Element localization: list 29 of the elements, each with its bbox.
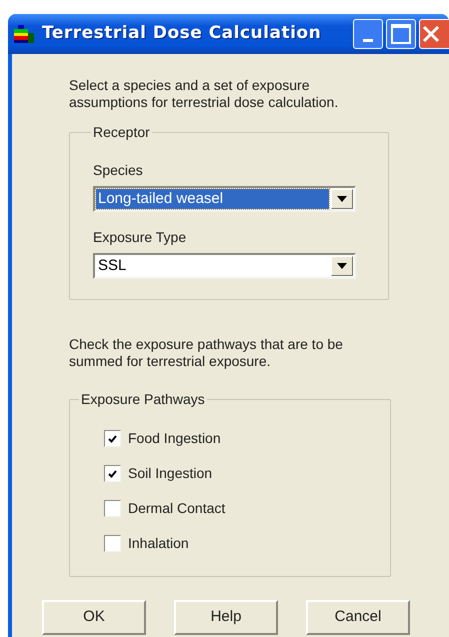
checkbox-label: Dermal Contact [128, 499, 226, 518]
dialog-button[interactable]: Cancel [306, 600, 410, 635]
check-mark-icon [108, 434, 117, 442]
field-label: Exposure Type [93, 228, 188, 247]
app-icon [14, 25, 34, 43]
minimize-button[interactable] [353, 19, 383, 49]
close-button[interactable] [419, 19, 449, 49]
dropdown-arrow-icon [337, 263, 347, 269]
checkbox-label: Food Ingestion [128, 429, 221, 448]
dialog-button[interactable]: Help [174, 600, 278, 635]
checkbox-label: Inhalation [128, 534, 189, 553]
instruction-text: Select a species and a set of exposure assumptions for terrestrial dose calculation. [69, 77, 340, 111]
group-title: Receptor [92, 123, 151, 142]
dropdown[interactable]: Long-tailed weasel [93, 186, 356, 212]
window-title: Terrestrial Dose Calculation [42, 22, 322, 46]
field-label: Species [93, 161, 144, 180]
checkbox[interactable] [104, 430, 121, 447]
checkbox[interactable] [104, 535, 121, 552]
group-title: Exposure Pathways [80, 390, 206, 409]
dropdown-arrow-icon [337, 196, 347, 202]
check-mark-icon [108, 470, 117, 478]
dialog-button[interactable]: OK [42, 600, 146, 635]
instruction-text: Check the exposure pathways that are to be summed for terrestrial exposure. [69, 336, 344, 370]
checkbox[interactable] [104, 500, 121, 517]
checkbox-label: Soil Ingestion [128, 464, 212, 483]
close-icon [422, 25, 440, 43]
maximize-button[interactable] [386, 19, 416, 49]
checkbox[interactable] [104, 465, 121, 482]
dropdown[interactable]: SSL [93, 253, 356, 279]
